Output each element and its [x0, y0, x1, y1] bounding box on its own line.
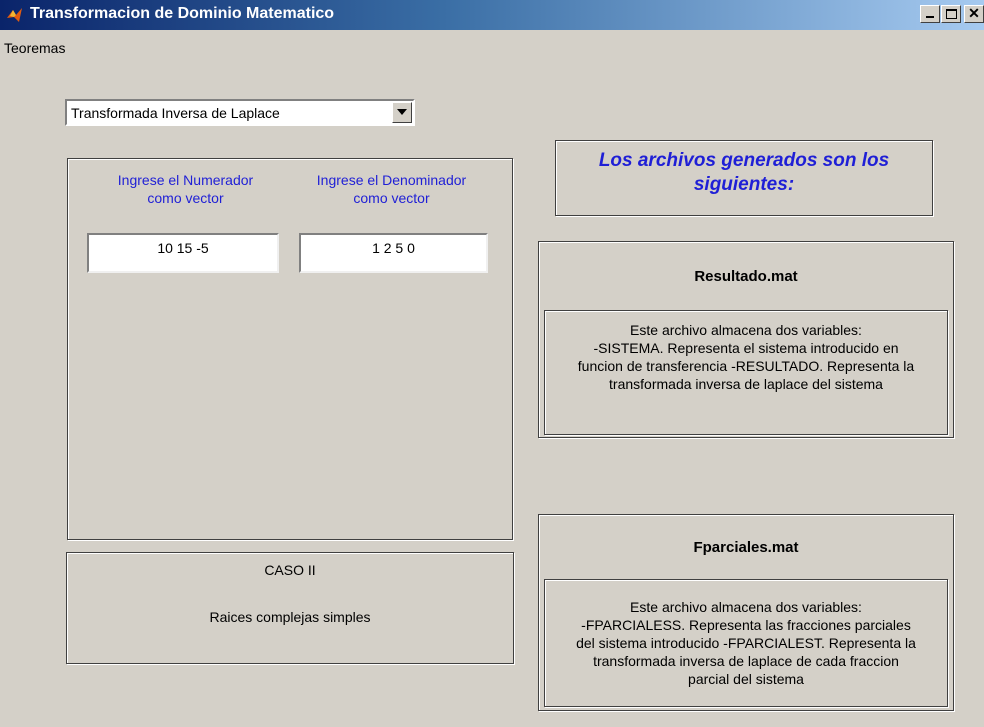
minimize-button[interactable] [920, 5, 940, 23]
close-button[interactable]: ✕ [964, 5, 984, 23]
denominator-label-line2: como vector [353, 190, 430, 206]
numerator-label-line2: como vector [147, 190, 224, 206]
fparciales-line2: -FPARCIALESS. Representa las fracciones … [581, 617, 911, 633]
files-header-line2: siguientes: [693, 174, 795, 195]
fparciales-line5: parcial del sistema [688, 671, 804, 687]
numerator-input[interactable]: 10 15 -5 [87, 233, 279, 273]
maximize-icon [945, 9, 957, 19]
resultado-description-panel: Este archivo almacena dos variables: -SI… [544, 310, 948, 435]
resultado-line2: -SISTEMA. Representa el sistema introduc… [593, 340, 899, 356]
title-bar[interactable]: Transformacion de Dominio Matematico ✕ [0, 0, 984, 30]
files-header: Los archivos generados son los siguiente… [556, 149, 932, 197]
fparciales-line4: transformada inversa de laplace de cada … [593, 653, 899, 669]
fparciales-name: Fparciales.mat [693, 539, 799, 556]
denominator-label: Ingrese el Denominador como vector [294, 171, 489, 207]
menu-bar: Teoremas [0, 36, 984, 60]
numerator-label: Ingrese el Numerador como vector [88, 171, 283, 207]
transform-select[interactable]: Transformada Inversa de Laplace [65, 99, 415, 126]
menu-teoremas[interactable]: Teoremas [4, 40, 65, 56]
resultado-line4: transformada inversa de laplace del sist… [609, 376, 883, 392]
window-title: Transformacion de Dominio Matematico [30, 5, 335, 22]
matlab-icon [7, 8, 22, 22]
case-description: Raices complejas simples [209, 609, 371, 625]
resultado-line3: funcion de transferencia -RESULTADO. Rep… [577, 358, 915, 374]
numerator-label-line1: Ingrese el Numerador [117, 172, 254, 188]
fparciales-panel: Fparciales.mat Este archivo almacena dos… [538, 514, 954, 711]
case-panel: CASO II Raices complejas simples [66, 552, 514, 664]
fparciales-line1: Este archivo almacena dos variables: [630, 599, 862, 615]
resultado-name: Resultado.mat [694, 268, 798, 285]
fparciales-description-panel: Este archivo almacena dos variables: -FP… [544, 579, 948, 707]
files-header-line1: Los archivos generados son los [598, 150, 890, 171]
fparciales-line3: del sistema introducido -FPARCIALEST. Re… [576, 635, 916, 651]
maximize-button[interactable] [941, 5, 961, 23]
resultado-panel: Resultado.mat Este archivo almacena dos … [538, 241, 954, 438]
transform-select-value: Transformada Inversa de Laplace [71, 105, 280, 121]
minimize-icon [926, 16, 934, 18]
close-icon: ✕ [968, 5, 980, 21]
dropdown-button[interactable] [392, 102, 412, 123]
input-panel: Ingrese el Numerador como vector Ingrese… [67, 158, 513, 540]
resultado-description: Este archivo almacena dos variables: -SI… [545, 321, 947, 393]
denominator-input[interactable]: 1 2 5 0 [299, 233, 488, 273]
resultado-line1: Este archivo almacena dos variables: [630, 322, 862, 338]
chevron-down-icon [397, 109, 407, 115]
denominator-label-line1: Ingrese el Denominador [316, 172, 467, 188]
case-title: CASO II [264, 562, 316, 578]
files-header-panel: Los archivos generados son los siguiente… [555, 140, 933, 216]
fparciales-description: Este archivo almacena dos variables: -FP… [545, 598, 947, 688]
